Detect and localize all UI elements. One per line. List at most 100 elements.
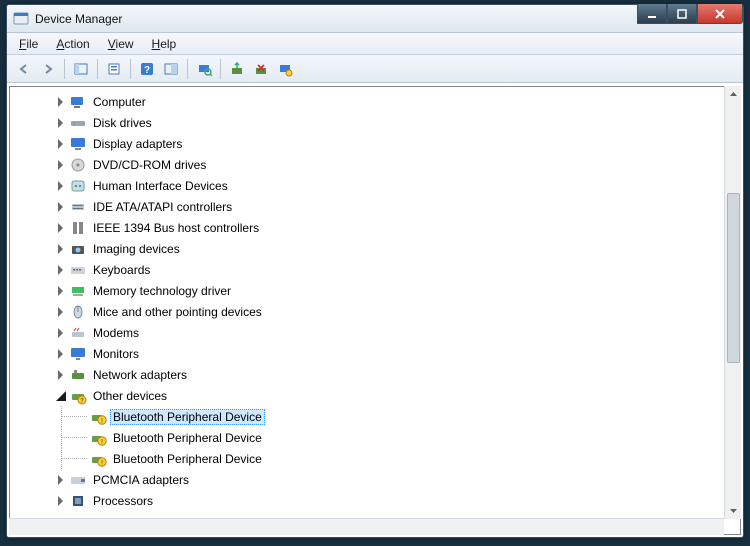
window-buttons [637,4,743,24]
titlebar[interactable]: Device Manager [7,5,743,33]
other-icon [70,388,86,404]
tree-item[interactable]: Monitors [10,343,740,364]
tree-item[interactable]: Imaging devices [10,238,740,259]
tree-item-label: Bluetooth Peripheral Device [110,409,265,425]
tree-item[interactable]: IDE ATA/ATAPI controllers [10,196,740,217]
forward-button[interactable] [37,58,59,80]
collapse-icon[interactable] [56,391,66,401]
tree-item[interactable]: Computer [10,91,740,112]
console-tree-button[interactable] [70,58,92,80]
unknown-device-icon [90,451,106,467]
update-driver-button[interactable] [226,58,248,80]
toolbar-separator [97,59,98,79]
back-button[interactable] [13,58,35,80]
tree-item-label: Bluetooth Peripheral Device [110,430,265,446]
minimize-button[interactable] [637,4,667,24]
expand-icon[interactable] [56,160,66,170]
expand-icon[interactable] [56,244,66,254]
tree-item-label: Network adapters [90,367,190,383]
tree-item-label: IEEE 1394 Bus host controllers [90,220,262,236]
expand-icon[interactable] [56,286,66,296]
tree-item[interactable]: Other devices [10,385,740,406]
expand-icon[interactable] [56,181,66,191]
toolbar-separator [130,59,131,79]
menu-help[interactable]: Help [152,37,177,51]
menubar: File Action View Help [7,33,743,55]
device-manager-window: Device Manager File Action View Help ? C… [6,4,744,538]
tree-item[interactable]: DVD/CD-ROM drives [10,154,740,175]
action-toolbar-button[interactable] [160,58,182,80]
expand-icon[interactable] [56,307,66,317]
device-tree[interactable]: Computer Disk drives Display adapters DVD/C… [9,86,741,535]
tree-item[interactable]: IEEE 1394 Bus host controllers [10,217,740,238]
tree-item-label: Other devices [90,388,170,404]
content-area: Computer Disk drives Display adapters DVD/C… [7,83,743,537]
memory-icon [70,283,86,299]
expand-icon[interactable] [56,97,66,107]
expand-icon[interactable] [56,370,66,380]
expand-icon[interactable] [56,496,66,506]
tree-item[interactable]: Human Interface Devices [10,175,740,196]
tree-item[interactable]: Memory technology driver [10,280,740,301]
unknown-device-icon [90,409,106,425]
network-icon [70,367,86,383]
toolbar-separator [220,59,221,79]
pcmcia-icon [70,472,86,488]
expand-icon[interactable] [56,328,66,338]
expand-icon[interactable] [56,202,66,212]
disable-button[interactable] [274,58,296,80]
computer-icon [70,94,86,110]
expand-icon[interactable] [56,118,66,128]
tree-item-label: Imaging devices [90,241,183,257]
help-button[interactable]: ? [136,58,158,80]
tree-item-label: IDE ATA/ATAPI controllers [90,199,235,215]
tree-item-label: Disk drives [90,115,155,131]
tree-item[interactable]: Network adapters [10,364,740,385]
scroll-up-button[interactable] [726,86,741,103]
expand-icon[interactable] [56,265,66,275]
tree-item-label: Computer [90,94,149,110]
tree-item-label: Keyboards [90,262,153,278]
menu-view[interactable]: View [108,37,134,51]
unknown-device-icon [90,430,106,446]
vertical-scrollbar[interactable] [724,86,741,519]
expand-icon[interactable] [56,223,66,233]
tree-item[interactable]: Keyboards [10,259,740,280]
horizontal-scrollbar[interactable] [9,518,724,535]
tree-child-item[interactable]: Bluetooth Peripheral Device [10,406,740,427]
tree-item-label: Processors [90,493,156,509]
properties-button[interactable] [103,58,125,80]
scroll-thumb[interactable] [727,193,740,363]
close-button[interactable] [697,4,743,24]
toolbar-separator [64,59,65,79]
expand-icon[interactable] [56,139,66,149]
expand-icon[interactable] [56,349,66,359]
expand-icon[interactable] [56,475,66,485]
tree-item-label: Human Interface Devices [90,178,231,194]
window-title: Device Manager [35,12,122,26]
hid-icon [70,178,86,194]
tree-item-label: DVD/CD-ROM drives [90,157,209,173]
mouse-icon [70,304,86,320]
tree-item[interactable]: Disk drives [10,112,740,133]
tree-item[interactable]: Display adapters [10,133,740,154]
tree-child-item[interactable]: Bluetooth Peripheral Device [10,427,740,448]
maximize-button[interactable] [667,4,697,24]
app-icon [13,11,29,27]
tree-item[interactable]: Processors [10,490,740,511]
tree-item[interactable]: Mice and other pointing devices [10,301,740,322]
menu-action[interactable]: Action [56,37,89,51]
tree-item[interactable]: Modems [10,322,740,343]
scroll-track[interactable] [726,103,741,502]
menu-file[interactable]: File [19,37,38,51]
processor-icon [70,493,86,509]
uninstall-button[interactable] [250,58,272,80]
scan-hardware-button[interactable] [193,58,215,80]
svg-text:?: ? [144,65,150,76]
tree-child-item[interactable]: Bluetooth Peripheral Device [10,448,740,469]
scroll-down-button[interactable] [726,502,741,519]
toolbar-separator [187,59,188,79]
tree-item-label: Mice and other pointing devices [90,304,265,320]
modem-icon [70,325,86,341]
tree-item[interactable]: PCMCIA adapters [10,469,740,490]
